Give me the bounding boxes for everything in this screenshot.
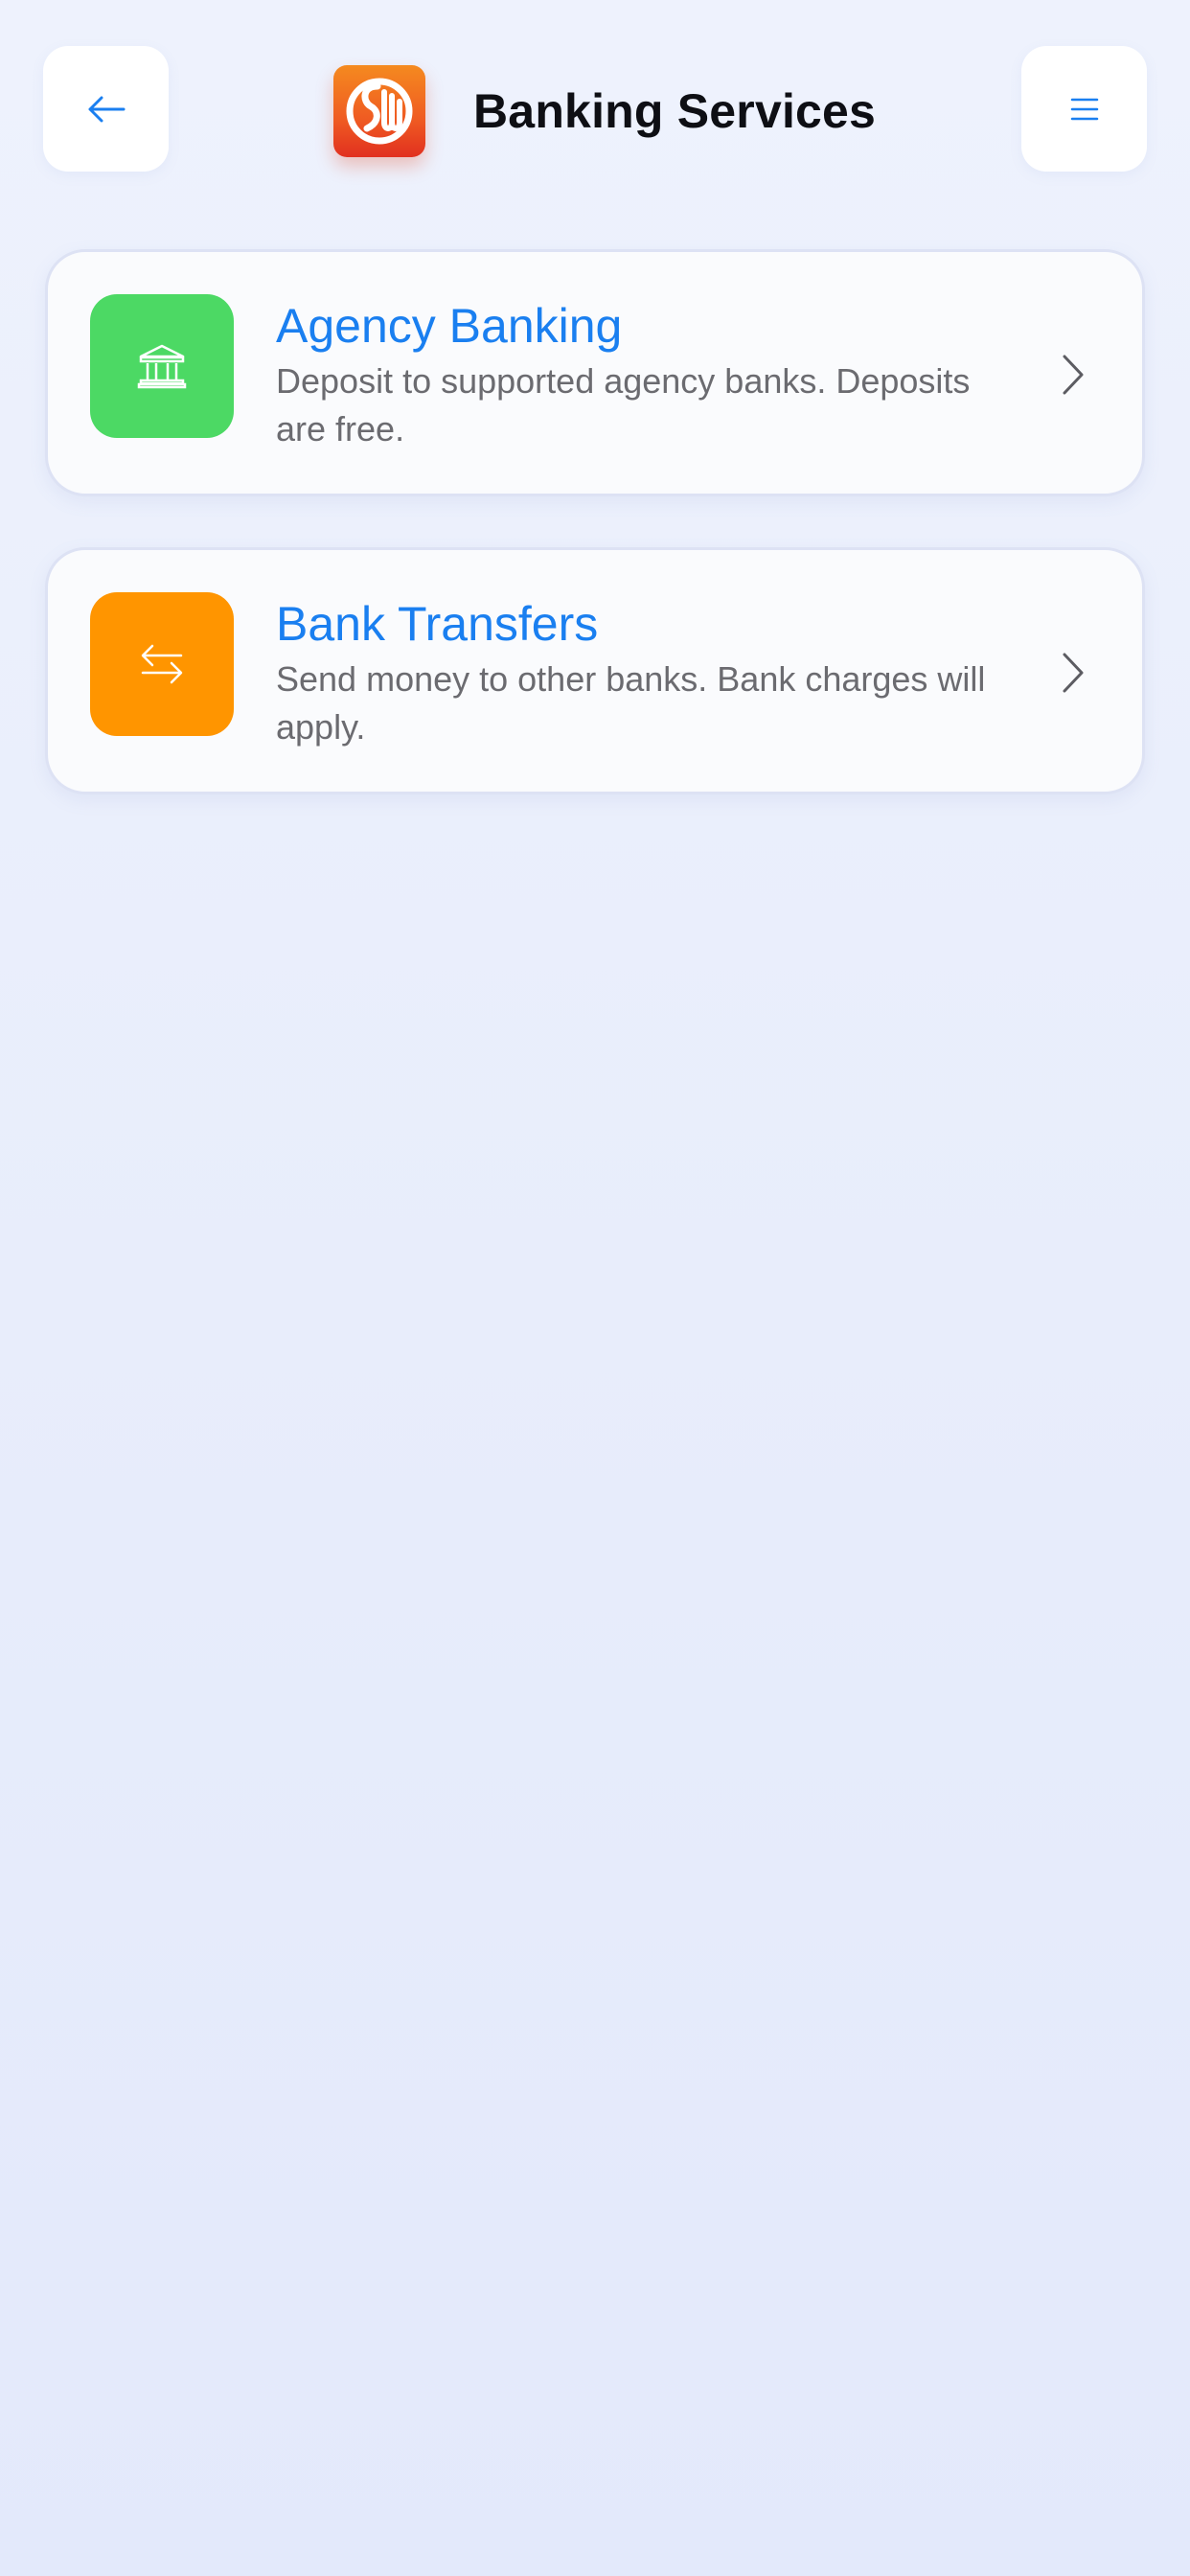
brand: Banking Services: [333, 65, 876, 157]
service-card-agency-banking[interactable]: Agency Banking Deposit to supported agen…: [45, 249, 1145, 496]
service-description: Deposit to supported agency banks. Depos…: [276, 361, 971, 448]
transfer-arrows-icon: [141, 644, 183, 684]
arrow-left-icon: [88, 96, 125, 122]
service-card-bank-transfers[interactable]: Bank Transfers Send money to other banks…: [45, 547, 1145, 794]
service-description: Send money to other banks. Bank charges …: [276, 659, 986, 747]
bank-building-icon: [137, 344, 187, 389]
app-logo: [333, 65, 425, 157]
service-card-text: Agency Banking Deposit to supported agen…: [276, 298, 1004, 453]
service-icon-tile: [90, 294, 234, 438]
page-title: Banking Services: [473, 84, 877, 138]
service-title: Agency Banking: [276, 299, 623, 353]
service-title: Bank Transfers: [276, 597, 599, 651]
chevron-right-icon: [1054, 650, 1092, 696]
back-button[interactable]: [43, 46, 169, 172]
service-icon-tile: [90, 592, 234, 736]
menu-button[interactable]: [1021, 46, 1147, 172]
service-card-text: Bank Transfers Send money to other banks…: [276, 596, 1004, 751]
app-header: Banking Services: [0, 0, 1190, 220]
logo-mark: [346, 78, 413, 145]
hamburger-menu-icon: [1070, 98, 1098, 120]
chevron-right-icon: [1054, 352, 1092, 398]
